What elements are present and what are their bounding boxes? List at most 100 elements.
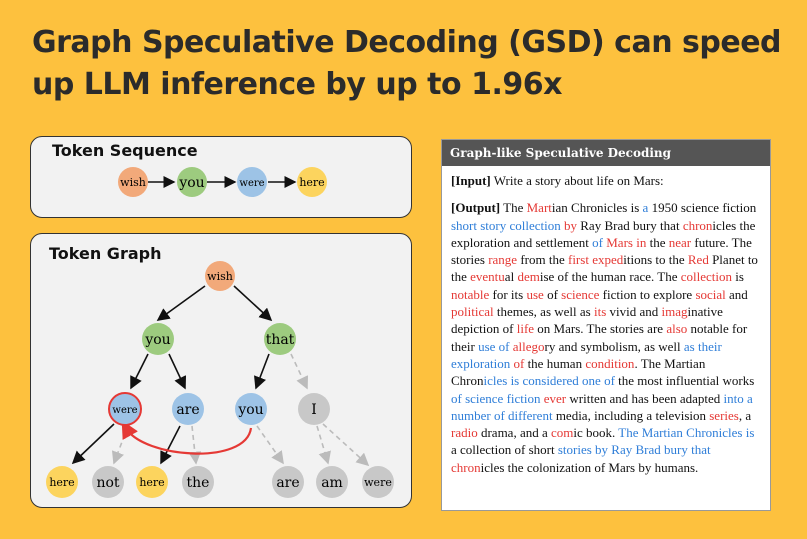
output-segment-red: by [564,217,578,233]
output-segment-red: Mars in [606,234,647,250]
output-segment: fiction to explore [599,286,696,302]
svg-text:were: were [112,405,137,416]
svg-text:am: am [321,475,343,491]
output-segment-red: chron [682,217,713,233]
graph-node-here-1: here [46,466,78,498]
svg-text:you: you [237,402,263,418]
svg-text:the: the [187,475,210,491]
output-segment-red: imag [661,304,688,320]
output-segment-red: of [513,355,525,371]
token-sequence-panel: Token Sequence wish you were here [30,136,412,218]
svg-text:that: that [266,332,295,348]
graph-node-i: I [298,393,330,425]
panel-body: [Input] Write a story about life on Mars… [442,166,770,476]
graph-node-are: are [172,393,204,425]
output-segment-red: science [561,286,600,302]
output-segment-blue: The Martian Chronicles is [618,425,755,441]
input-label: [Input] [451,173,491,188]
output-segment: drama, and a [477,425,551,441]
svg-text:I: I [311,402,317,418]
graph-node-were: were [108,392,142,426]
output-segment-blue: of science fiction [451,390,541,406]
output-segment-red: notable [451,286,490,302]
output-segment-blue: short story collection [451,217,561,233]
output-segment-red: dem [517,269,540,285]
svg-text:not: not [96,475,119,491]
output-segment: themes, as well as [493,304,594,320]
seq-node-were: were [237,167,267,197]
svg-text:here: here [139,476,164,489]
graph-node-you-2: you [235,393,267,425]
output-segment-red: life [516,321,535,337]
svg-text:here: here [49,476,74,489]
output-segment-red: use [526,286,544,302]
seq-node-wish: wish [118,167,148,197]
output-segment: for its [489,286,527,302]
output-segment: al [504,269,518,285]
output-segment: ic book. [573,425,619,441]
output-segment: ry and symbolism, as well [544,338,684,354]
svg-text:were: were [239,178,264,189]
output-paragraph: [Output] The Martian Chronicles is a 195… [451,199,762,476]
seq-node-you: you [177,167,207,197]
seq-node-here: here [297,167,327,197]
output-segment: on Mars. The stories are [534,321,667,337]
output-segment: the human [524,355,586,371]
output-segment: media, including a television [552,407,710,423]
graph-node-you: you [142,323,174,355]
svg-text:are: are [176,402,199,418]
output-segment: ian Chronicles is [551,200,643,216]
output-segment-red: allego [512,338,545,354]
graph-node-not: not [92,466,124,498]
output-segment-blue: of [592,234,603,250]
output-segment: the [646,234,669,250]
svg-text:wish: wish [120,176,146,189]
output-segment-blue: icles is considered one of [483,373,615,389]
output-segment-blue: stories by Ray Brad bury that [557,442,711,458]
output-segment-red: political [451,304,494,320]
output-segment: The [503,200,527,216]
output-segment-red: social [695,286,726,302]
output-label: [Output] [451,200,501,216]
panel-header: Graph-like Speculative Decoding [442,140,770,166]
output-segment-red: chron [451,459,481,475]
output-segment-red: Mart [526,200,552,216]
output-segment-red: first [567,252,589,268]
graph-node-are-2: are [272,466,304,498]
svg-text:you: you [144,332,170,348]
output-segment: icles the colonization of Mars by humans… [480,459,699,475]
output-segment-red: collection [680,269,732,285]
output-segment-red: com [551,425,574,441]
output-segment-blue: use of [478,338,510,354]
output-segment: and [725,286,748,302]
output-segment: written and has been adapted [566,390,724,406]
output-segment-red: range [488,252,518,268]
output-segment: from the [517,252,568,268]
output-segment-red: its [593,304,607,320]
output-segment: of [543,286,562,302]
input-paragraph: [Input] Write a story about life on Mars… [451,172,762,189]
svg-text:wish: wish [207,270,233,283]
output-segment: , a [738,407,752,423]
output-segment-red: eventu [470,269,505,285]
output-segment-red: also [666,321,688,337]
output-text: The Martian Chronicles is a 1950 science… [451,200,758,474]
svg-text:were: were [364,476,392,489]
graph-node-were-2: were [362,466,394,498]
output-segment: is [732,269,744,285]
graph-node-here-2: here [136,466,168,498]
output-segment: Ray Brad bury that [577,217,683,233]
output-segment: vivid and [606,304,662,320]
output-segment: itions to the [623,252,688,268]
output-segment-red: condition [585,355,635,371]
output-segment: a collection of short [451,442,558,458]
output-segment-red: ever [543,390,567,406]
graph-node-the: the [182,466,214,498]
token-graph-panel: Token Graph wish you that were are you I… [30,233,412,508]
graph-node-that: that [264,323,296,355]
svg-text:you: you [178,175,204,191]
svg-text:are: are [276,475,299,491]
output-segment-red: series [709,407,739,423]
token-graph-diagram: wish you that were are you I here not he… [46,261,394,498]
input-text: Write a story about life on Mars: [493,173,664,188]
